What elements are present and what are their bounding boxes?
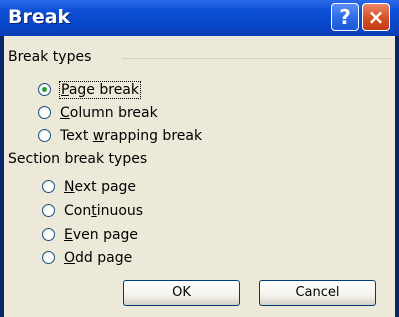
ok-button[interactable]: OK xyxy=(123,280,240,306)
break-types-label: Break types xyxy=(8,49,92,65)
radio-label: Next page xyxy=(64,179,137,195)
radio-label: Text wrapping break xyxy=(60,128,203,144)
close-button[interactable]: × xyxy=(362,3,390,31)
focus-rect: Page break xyxy=(59,81,141,99)
close-icon: × xyxy=(367,5,385,29)
help-icon: ? xyxy=(339,5,351,29)
radio-button[interactable] xyxy=(38,83,51,96)
break-dialog: Break ? × Break types Page break Column … xyxy=(0,0,399,317)
dialog-body: Break types Page break Column break Text… xyxy=(4,36,395,317)
title-bar[interactable]: Break ? × xyxy=(0,0,399,36)
help-button[interactable]: ? xyxy=(331,3,359,31)
break-types-divider xyxy=(122,58,392,59)
radio-button[interactable] xyxy=(42,251,55,264)
radio-button[interactable] xyxy=(38,106,51,119)
radio-button[interactable] xyxy=(42,228,55,241)
radio-selected-dot xyxy=(42,87,47,92)
radio-label: Continuous xyxy=(64,203,144,219)
radio-label: Column break xyxy=(60,105,158,121)
radio-label: Even page xyxy=(64,227,139,243)
radio-label: Page break xyxy=(59,80,141,100)
dialog-title: Break xyxy=(8,6,71,28)
radio-button[interactable] xyxy=(42,204,55,217)
radio-label: Odd page xyxy=(64,250,133,266)
section-break-types-label: Section break types xyxy=(8,151,148,167)
radio-button[interactable] xyxy=(42,180,55,193)
radio-button[interactable] xyxy=(38,129,51,142)
cancel-button[interactable]: Cancel xyxy=(259,280,376,306)
